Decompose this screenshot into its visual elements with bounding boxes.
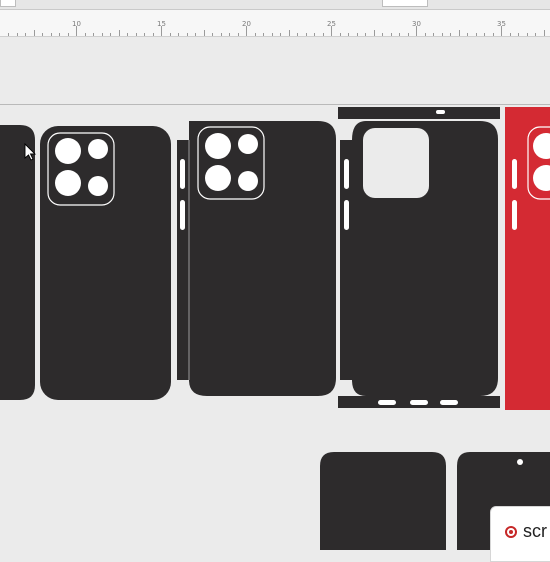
side-button-cutout (344, 200, 349, 230)
design-canvas[interactable] (0, 0, 550, 550)
side-button-cutout (344, 159, 349, 189)
record-icon (505, 526, 517, 538)
side-button-cutout (180, 159, 185, 189)
port-cutout (378, 400, 396, 405)
phone-skin-back-2[interactable] (177, 121, 336, 396)
screencast-watermark: scr (490, 506, 550, 562)
side-button-cutout (180, 200, 185, 230)
side-button-cutout (512, 200, 517, 230)
camera-cutout (363, 128, 429, 198)
port-cutout (440, 400, 458, 405)
side-button-cutout (512, 159, 517, 189)
phone-skin-back-1[interactable] (40, 126, 171, 400)
watermark-text: scr (523, 521, 547, 541)
screen-skin-piece-1[interactable] (320, 452, 446, 550)
phone-skin-full-wrap[interactable] (338, 107, 500, 408)
phone-skin-red[interactable] (505, 107, 550, 410)
port-cutout (436, 110, 445, 114)
port-cutout (410, 400, 428, 405)
phone-skin-partial[interactable] (0, 125, 35, 400)
punch-hole-cutout (517, 459, 523, 465)
